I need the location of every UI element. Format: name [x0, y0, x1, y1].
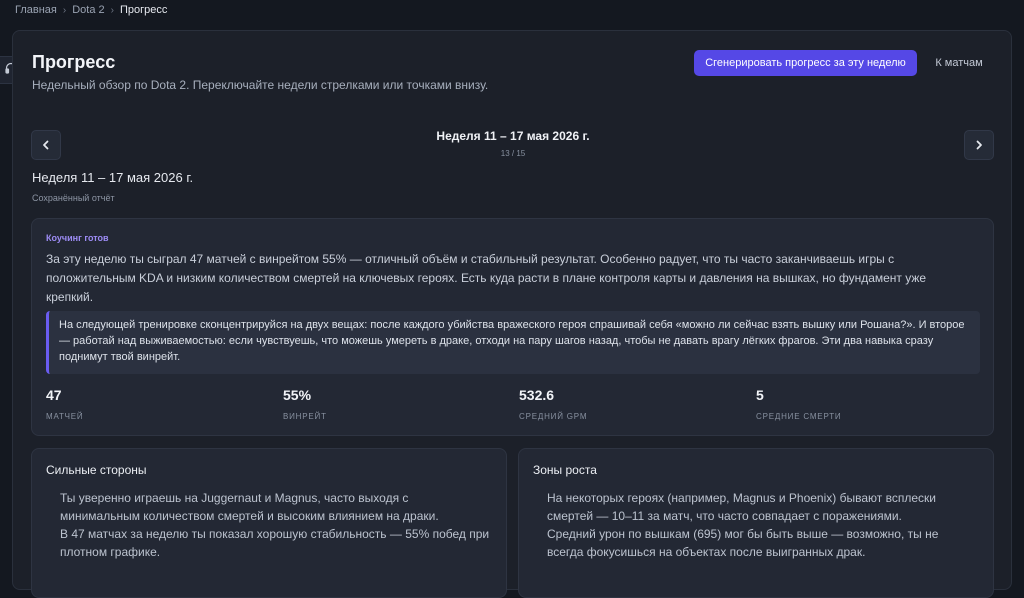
report-week-label: Неделя 11 – 17 мая 2026 г. — [32, 170, 194, 185]
growth-card: Зоны роста На некоторых героях (например… — [518, 448, 994, 598]
week-selector: Неделя 11 – 17 мая 2026 г. 13 / 15 — [313, 129, 713, 158]
coaching-status-badge: Коучинг готов — [46, 233, 109, 243]
strengths-card: Сильные стороны Ты уверенно играешь на J… — [31, 448, 507, 598]
list-item: В 47 матчах за неделю ты показал хорошую… — [60, 527, 490, 559]
prev-week-button[interactable] — [31, 130, 61, 160]
breadcrumb: Главная › Dota 2 › Прогресс — [15, 4, 167, 16]
strengths-list: Ты уверенно играешь на Juggernaut и Magn… — [60, 489, 490, 561]
breadcrumb-separator: › — [62, 4, 67, 16]
list-item: Средний урон по вышкам (695) мог бы быть… — [547, 527, 939, 559]
stat-gpm: 532.6 СРЕДНИЙ GPM — [519, 387, 587, 421]
next-week-button[interactable] — [964, 130, 994, 160]
stat-label: ВИНРЕЙТ — [283, 412, 327, 421]
breadcrumb-home[interactable]: Главная — [15, 4, 57, 16]
growth-list: На некоторых героях (например, Magnus и … — [547, 489, 977, 561]
stat-label: СРЕДНИЕ СМЕРТИ — [756, 412, 842, 421]
coaching-summary: За эту неделю ты сыграл 47 матчей с винр… — [46, 252, 927, 304]
stat-matches: 47 МАТЧЕЙ — [46, 387, 83, 421]
breadcrumb-current: Прогресс — [119, 4, 168, 16]
coaching-card: Коучинг готов За эту неделю ты сыграл 47… — [31, 218, 994, 436]
breadcrumb-dota2[interactable]: Dota 2 — [72, 4, 104, 16]
strengths-title: Сильные стороны — [46, 463, 147, 477]
stat-deaths: 5 СРЕДНИЕ СМЕРТИ — [756, 387, 841, 421]
chevron-left-icon — [43, 140, 49, 150]
list-item: Ты уверенно играешь на Juggernaut и Magn… — [60, 491, 439, 523]
stat-value: 532.6 — [519, 387, 555, 403]
matches-link[interactable]: К матчам — [927, 50, 991, 76]
page-subtitle: Недельный обзор по Dota 2. Переключайте … — [32, 78, 489, 92]
week-title: Неделя 11 – 17 мая 2026 г. — [436, 129, 590, 143]
generate-progress-button[interactable]: Сгенерировать прогресс за эту неделю — [694, 50, 917, 76]
chevron-right-icon — [976, 140, 982, 150]
stat-value: 55% — [283, 387, 312, 403]
week-pagination: 13 / 15 — [500, 149, 526, 158]
breadcrumb-separator: › — [110, 4, 114, 16]
growth-title: Зоны роста — [533, 463, 597, 477]
list-item: На некоторых героях (например, Magnus и … — [547, 491, 936, 523]
progress-panel: Прогресс Недельный обзор по Dota 2. Пере… — [12, 30, 1012, 598]
stat-label: СРЕДНИЙ GPM — [519, 412, 588, 421]
coaching-advice: На следующей тренировке сконцентрируйся … — [46, 311, 980, 374]
stat-winrate: 55% ВИНРЕЙТ — [283, 387, 327, 421]
page-title: Прогресс — [32, 52, 116, 72]
stat-value: 5 — [756, 387, 764, 403]
stat-value: 47 — [46, 387, 62, 403]
report-status: Сохранённый отчёт — [32, 193, 115, 203]
stat-label: МАТЧЕЙ — [46, 412, 84, 421]
